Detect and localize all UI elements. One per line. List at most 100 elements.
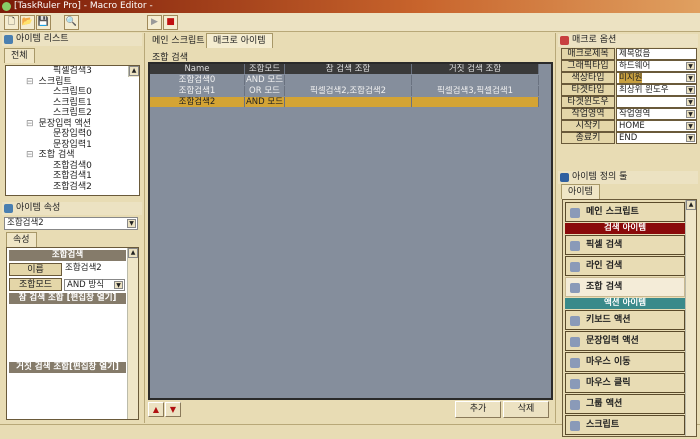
- tree-item-label: 픽셀검색3: [53, 66, 92, 76]
- tab-all[interactable]: 전체: [4, 48, 35, 63]
- tool-item[interactable]: 마우스 클릭: [565, 373, 685, 393]
- chevron-down-icon[interactable]: ▼: [686, 110, 695, 118]
- tree-item[interactable]: 조합검색0: [6, 161, 139, 172]
- section-header: 액션 아이템: [565, 298, 685, 309]
- play-button[interactable]: ▶: [147, 15, 162, 30]
- option-value[interactable]: 최상위 윈도우 ▼: [616, 84, 697, 96]
- tool-item[interactable]: 픽셀 검색: [565, 235, 685, 255]
- record-button[interactable]: ■: [163, 15, 178, 30]
- chevron-down-icon[interactable]: ▼: [686, 98, 695, 106]
- move-up-button[interactable]: ▲: [148, 402, 164, 417]
- table-cell: OR 모드: [245, 86, 285, 96]
- collapse-icon[interactable]: ⊟: [26, 119, 34, 129]
- tree-item[interactable]: 문장입력1: [6, 140, 139, 151]
- option-value-text: 최상위 윈도우: [619, 85, 669, 95]
- tool-icon: [570, 262, 580, 272]
- table-cell: 조합모드: [245, 64, 285, 74]
- tree-item[interactable]: 조합검색1: [6, 171, 139, 182]
- true-combo-section[interactable]: 참 검색 조합 [편집창 열기]: [9, 293, 126, 304]
- option-value[interactable]: 작업영역 ▼: [616, 108, 697, 120]
- option-label: 그래픽타입: [561, 60, 615, 72]
- chevron-down-icon[interactable]: ▼: [686, 134, 695, 142]
- option-label: 타겟타입: [561, 84, 615, 96]
- tool-item-label: 픽셀 검색: [586, 240, 623, 250]
- tool-item[interactable]: 메인 스크립트: [565, 202, 685, 222]
- tree-item[interactable]: ⊟ 스크립트: [6, 77, 139, 88]
- tab-macro-items[interactable]: 매크로 아이템: [206, 33, 273, 48]
- option-label: 작업영역: [561, 108, 615, 120]
- collapse-icon[interactable]: ⊟: [26, 77, 34, 87]
- option-value[interactable]: 미지원 ▼: [616, 72, 697, 84]
- item-props-icon: [4, 204, 13, 213]
- move-down-button[interactable]: ▼: [165, 402, 181, 417]
- chevron-down-icon[interactable]: ▼: [686, 122, 695, 130]
- tool-icon: [570, 400, 580, 410]
- tree-item[interactable]: 스크립트0: [6, 87, 139, 98]
- table-row[interactable]: 조합검색0 AND 모드: [150, 75, 539, 85]
- tree-item-label: 조합검색1: [53, 171, 92, 181]
- option-value[interactable]: 제목없음: [616, 48, 697, 60]
- tree-item[interactable]: 문장입력0: [6, 129, 139, 140]
- option-value[interactable]: ▼: [616, 96, 697, 108]
- save-button[interactable]: 💾: [36, 15, 51, 30]
- collapse-icon[interactable]: ⊟: [26, 150, 34, 160]
- chevron-down-icon[interactable]: ▼: [127, 219, 136, 228]
- tool-item[interactable]: 문장입력 액션: [565, 331, 685, 351]
- chevron-down-icon[interactable]: ▼: [686, 62, 695, 70]
- tree-item[interactable]: 스크립트2: [6, 108, 139, 119]
- tab-main-script[interactable]: 메인 스크립트: [146, 34, 211, 49]
- chevron-down-icon[interactable]: ▼: [686, 74, 695, 82]
- option-value-text: 제목없음: [619, 49, 651, 59]
- tab-items[interactable]: 아이템: [561, 184, 600, 199]
- mode-select[interactable]: AND 방식 ▼: [64, 279, 125, 291]
- option-value-text: 하드웨어: [619, 61, 651, 71]
- new-button[interactable]: 🗋: [4, 15, 19, 30]
- chevron-down-icon[interactable]: ▼: [114, 281, 123, 289]
- tree-item[interactable]: 스크립트1: [6, 98, 139, 109]
- window-title: [TaskRuler Pro] - Macro Editor -: [14, 1, 153, 11]
- item-tree[interactable]: ▲ 픽셀검색3 ⊟ 스크립트 스크립트0 스크립트1 스크립트2 ⊟ 문장입력 액션 문장입력0 문…: [5, 65, 140, 196]
- tree-item[interactable]: 조합검색2: [6, 182, 139, 193]
- tree-item-label: 문장입력0: [53, 129, 92, 139]
- combo-search-table[interactable]: Name 조합모드 참 검색 조합 거짓 검색 조합 조합검색0 AND 모드 조합검색1 O…: [148, 62, 553, 400]
- tool-item-label: 마우스 클릭: [586, 378, 631, 388]
- option-value[interactable]: 하드웨어 ▼: [616, 60, 697, 72]
- table-cell: 픽셀검색3,픽셀검색1: [412, 86, 539, 96]
- add-button[interactable]: 추가: [455, 401, 501, 418]
- tree-scrollbar[interactable]: ▲: [128, 66, 139, 77]
- false-combo-section[interactable]: 거짓 검색 조합[편집창 열기]: [9, 362, 126, 373]
- table-header[interactable]: Name 조합모드 참 검색 조합 거짓 검색 조합: [150, 64, 539, 74]
- tool-icon: [570, 283, 580, 293]
- tab-props[interactable]: 속성: [6, 232, 37, 247]
- table-row[interactable]: 조합검색1 OR 모드 픽셀검색2,조합검색2 픽셀검색3,픽셀검색1: [150, 86, 539, 96]
- table-cell: 거짓 검색 조합: [412, 64, 539, 74]
- tool-item[interactable]: 그룹 액션: [565, 394, 685, 414]
- tool-item-label: 라인 검색: [586, 261, 623, 271]
- find-button[interactable]: 🔍: [64, 15, 79, 30]
- item-tools-header: 아이템 정의 툴: [558, 171, 698, 184]
- item-selector[interactable]: 조합검색2 ▼: [4, 217, 138, 230]
- tool-item[interactable]: 스크립트: [565, 415, 685, 435]
- props-scrollbar[interactable]: ▲: [127, 248, 138, 419]
- tree-item-label: 문장입력 액션: [38, 118, 92, 129]
- tree-item-label: 스크립트2: [53, 108, 92, 118]
- tree-item[interactable]: 픽셀검색3: [6, 66, 139, 77]
- tool-item-label: 키보드 액션: [586, 315, 631, 325]
- option-value[interactable]: END ▼: [616, 132, 697, 144]
- tool-item[interactable]: 키보드 액션: [565, 310, 685, 330]
- tree-item[interactable]: ⊟ 문장입력 액션: [6, 119, 139, 130]
- name-input[interactable]: 조합검색2: [63, 263, 126, 276]
- table-row[interactable]: 조합검색2 AND 모드: [150, 97, 539, 107]
- chevron-down-icon[interactable]: ▼: [686, 86, 695, 94]
- tool-item[interactable]: 조합 검색: [565, 277, 685, 297]
- tree-item-label: 조합 검색: [38, 150, 75, 160]
- open-button[interactable]: 📂: [20, 15, 35, 30]
- delete-button[interactable]: 삭제: [503, 401, 549, 418]
- tool-item[interactable]: 라인 검색: [565, 256, 685, 276]
- tool-icon: [570, 421, 580, 431]
- tool-item[interactable]: 마우스 이동: [565, 352, 685, 372]
- option-value[interactable]: HOME ▼: [616, 120, 697, 132]
- props-section-title: 조합검색: [9, 250, 126, 261]
- tree-item[interactable]: ⊟ 조합 검색: [6, 150, 139, 161]
- tools-scrollbar[interactable]: ▲: [685, 200, 696, 436]
